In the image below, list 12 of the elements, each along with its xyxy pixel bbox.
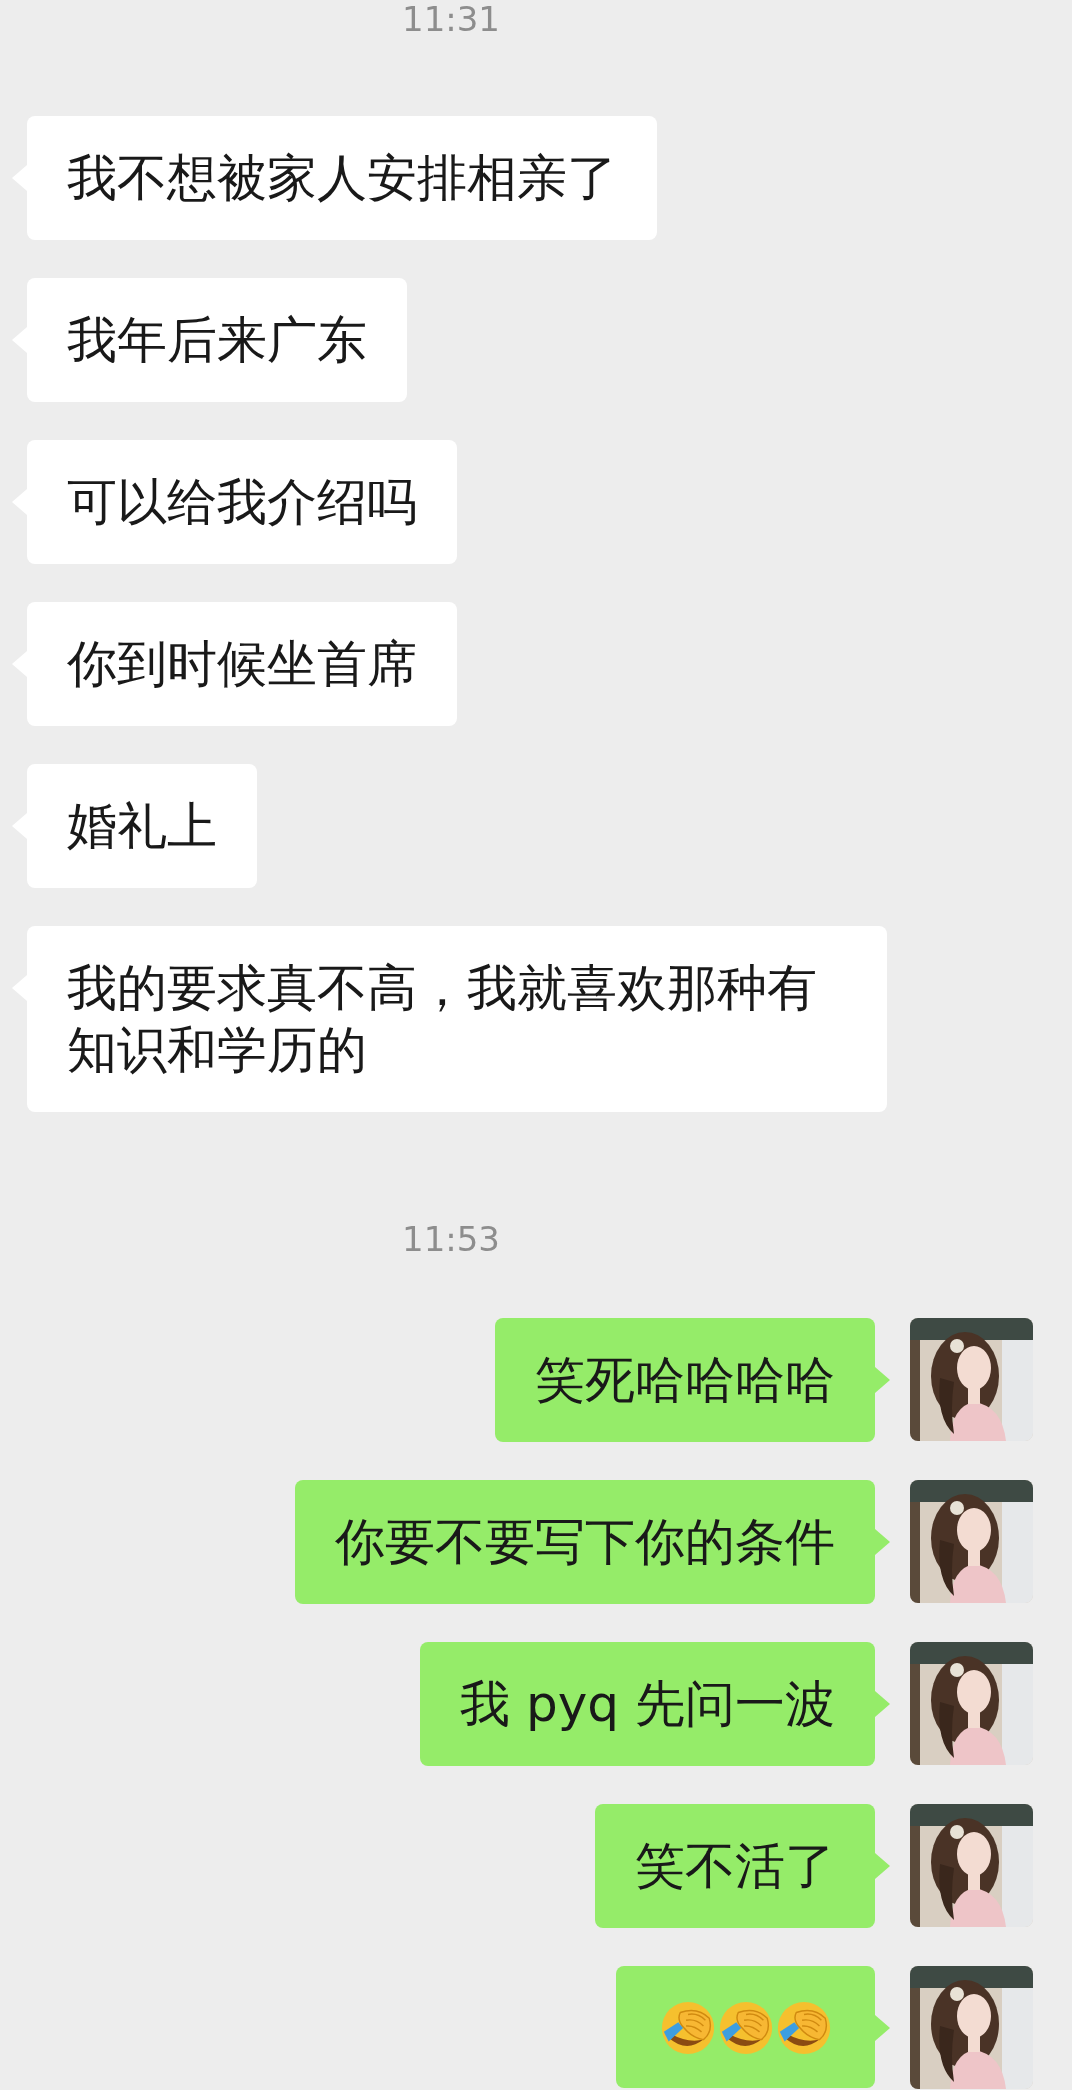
message-bubble[interactable]: 笑死哈哈哈哈 [495, 1318, 875, 1442]
message-bubble[interactable]: 可以给我介绍吗 [27, 440, 457, 564]
message-bubble[interactable]: 我 pyq 先问一波 [420, 1642, 875, 1766]
message-bubble[interactable]: 我年后来广东 [27, 278, 407, 402]
message-bubble[interactable]: 婚礼上 [27, 764, 257, 888]
timestamp: 11:53 [401, 1220, 500, 1258]
message-bubble[interactable]: 我的要求真不高，我就喜欢那种有知识和学历的 [27, 926, 887, 1112]
message-bubble[interactable]: 你到时候坐首席 [27, 602, 457, 726]
timestamp: 11:31 [401, 0, 500, 38]
message-bubble[interactable]: 笑不活了 [595, 1804, 875, 1928]
message-bubble[interactable]: 我不想被家人安排相亲了 [27, 116, 657, 240]
message-bubble[interactable]: 你要不要写下你的条件 [295, 1480, 875, 1604]
